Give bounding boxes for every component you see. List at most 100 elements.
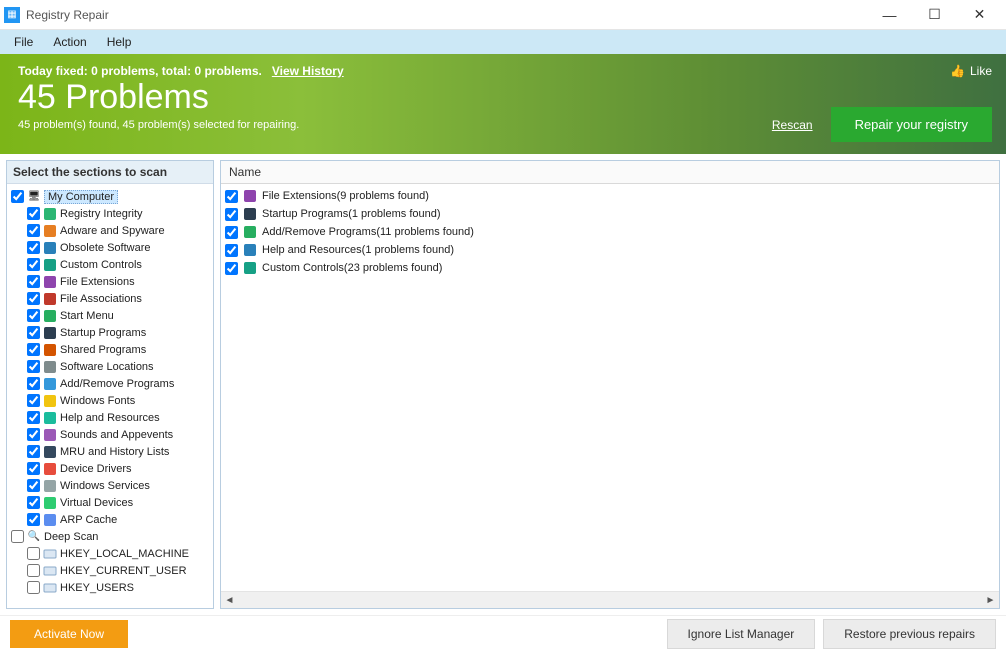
repair-button[interactable]: Repair your registry [831, 107, 992, 142]
activate-button[interactable]: Activate Now [10, 620, 128, 648]
section-icon [42, 411, 58, 425]
section-checkbox[interactable] [27, 241, 40, 254]
tree-item[interactable]: Shared Programs [9, 341, 211, 358]
section-checkbox[interactable] [27, 258, 40, 271]
section-checkbox[interactable] [27, 343, 40, 356]
like-box[interactable]: 👍 Like [950, 64, 992, 78]
sections-panel: Select the sections to scan 🖥 My Compute… [6, 160, 214, 609]
menu-action[interactable]: Action [43, 32, 96, 52]
thumb-icon: 👍 [950, 64, 965, 78]
section-checkbox[interactable] [27, 326, 40, 339]
result-icon [242, 225, 258, 239]
section-label: Startup Programs [60, 327, 146, 339]
section-icon [42, 207, 58, 221]
section-icon [42, 292, 58, 306]
section-checkbox[interactable] [27, 309, 40, 322]
results-column-header[interactable]: Name [221, 161, 999, 184]
section-checkbox[interactable] [27, 513, 40, 526]
tree-deep-scan[interactable]: 🔍 Deep Scan [9, 528, 211, 545]
menu-help[interactable]: Help [97, 32, 142, 52]
section-checkbox[interactable] [27, 207, 40, 220]
tree-root[interactable]: 🖥 My Computer [9, 188, 211, 205]
section-checkbox[interactable] [27, 496, 40, 509]
close-button[interactable]: ✕ [957, 0, 1002, 30]
section-checkbox[interactable] [27, 411, 40, 424]
section-checkbox[interactable] [27, 462, 40, 475]
section-checkbox[interactable] [27, 275, 40, 288]
result-checkbox[interactable] [225, 208, 238, 221]
minimize-button[interactable]: — [867, 0, 912, 30]
section-checkbox[interactable] [27, 224, 40, 237]
tree-hive[interactable]: HKEY_USERS [9, 579, 211, 596]
banner-actions: Rescan Repair your registry [772, 107, 992, 142]
section-checkbox[interactable] [27, 394, 40, 407]
tree-hive[interactable]: HKEY_CURRENT_USER [9, 562, 211, 579]
tree-item[interactable]: Help and Resources [9, 409, 211, 426]
result-checkbox[interactable] [225, 244, 238, 257]
tree-item[interactable]: Sounds and Appevents [9, 426, 211, 443]
tree-item[interactable]: Windows Fonts [9, 392, 211, 409]
tree-item[interactable]: Startup Programs [9, 324, 211, 341]
section-checkbox[interactable] [27, 445, 40, 458]
result-checkbox[interactable] [225, 190, 238, 203]
section-checkbox[interactable] [27, 292, 40, 305]
rescan-link[interactable]: Rescan [772, 118, 813, 132]
section-icon [42, 258, 58, 272]
result-checkbox[interactable] [225, 226, 238, 239]
section-label: ARP Cache [60, 514, 117, 526]
section-label: Device Drivers [60, 463, 132, 475]
hive-checkbox[interactable] [27, 547, 40, 560]
scroll-left-icon[interactable]: ◄ [221, 592, 238, 609]
restore-repairs-button[interactable]: Restore previous repairs [823, 619, 996, 649]
tree-item[interactable]: Virtual Devices [9, 494, 211, 511]
result-row[interactable]: File Extensions(9 problems found) [223, 187, 997, 205]
tree-item[interactable]: Adware and Spyware [9, 222, 211, 239]
result-row[interactable]: Startup Programs(1 problems found) [223, 205, 997, 223]
root-checkbox[interactable] [11, 190, 24, 203]
menu-file[interactable]: File [4, 32, 43, 52]
view-history-link[interactable]: View History [272, 64, 344, 78]
result-row[interactable]: Add/Remove Programs(11 problems found) [223, 223, 997, 241]
hive-checkbox[interactable] [27, 564, 40, 577]
hive-label: HKEY_USERS [60, 582, 134, 594]
tree-item[interactable]: Windows Services [9, 477, 211, 494]
tree-item[interactable]: Registry Integrity [9, 205, 211, 222]
scroll-track[interactable] [238, 592, 982, 609]
section-checkbox[interactable] [27, 479, 40, 492]
section-label: Help and Resources [60, 412, 160, 424]
section-label: Adware and Spyware [60, 225, 165, 237]
section-label: Add/Remove Programs [60, 378, 174, 390]
section-icon [42, 445, 58, 459]
section-checkbox[interactable] [27, 428, 40, 441]
ignore-list-button[interactable]: Ignore List Manager [667, 619, 816, 649]
tree-item[interactable]: File Associations [9, 290, 211, 307]
section-checkbox[interactable] [27, 377, 40, 390]
tree-item[interactable]: Start Menu [9, 307, 211, 324]
hive-label: HKEY_CURRENT_USER [60, 565, 187, 577]
hive-label: HKEY_LOCAL_MACHINE [60, 548, 189, 560]
section-checkbox[interactable] [27, 360, 40, 373]
tree-item[interactable]: Obsolete Software [9, 239, 211, 256]
tree-hive[interactable]: HKEY_LOCAL_MACHINE [9, 545, 211, 562]
result-row[interactable]: Custom Controls(23 problems found) [223, 259, 997, 277]
tree-item[interactable]: Add/Remove Programs [9, 375, 211, 392]
horizontal-scrollbar[interactable]: ◄ ► [221, 591, 999, 608]
result-label: Help and Resources(1 problems found) [262, 244, 454, 256]
result-row[interactable]: Help and Resources(1 problems found) [223, 241, 997, 259]
result-checkbox[interactable] [225, 262, 238, 275]
tree-item[interactable]: ARP Cache [9, 511, 211, 528]
section-icon [42, 224, 58, 238]
section-label: Shared Programs [60, 344, 146, 356]
tree-item[interactable]: Software Locations [9, 358, 211, 375]
hive-checkbox[interactable] [27, 581, 40, 594]
deep-scan-checkbox[interactable] [11, 530, 24, 543]
section-label: Sounds and Appevents [60, 429, 173, 441]
section-icon [42, 513, 58, 527]
scroll-right-icon[interactable]: ► [982, 592, 999, 609]
tree-item[interactable]: MRU and History Lists [9, 443, 211, 460]
tree-item[interactable]: Device Drivers [9, 460, 211, 477]
tree-item[interactable]: File Extensions [9, 273, 211, 290]
tree-item[interactable]: Custom Controls [9, 256, 211, 273]
section-label: Windows Services [60, 480, 150, 492]
maximize-button[interactable]: ☐ [912, 0, 957, 30]
